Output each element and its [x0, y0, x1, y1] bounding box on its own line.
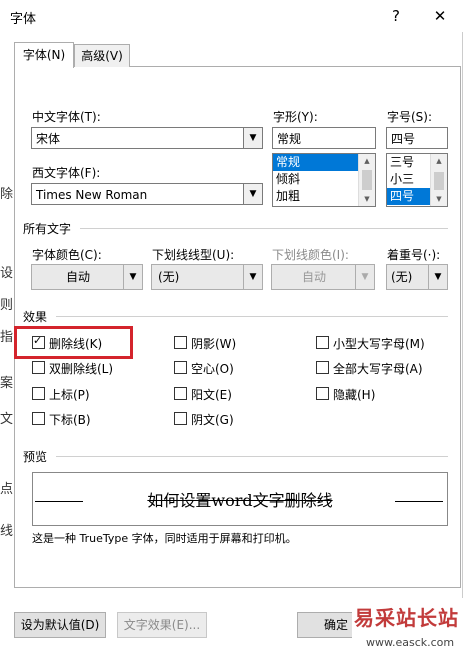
double-strikethrough-checkbox[interactable]	[32, 361, 45, 374]
scroll-up-icon[interactable]: ▲	[359, 154, 375, 168]
underline-style-combo[interactable]: (无) ▼	[151, 264, 263, 290]
background-text: 案	[0, 376, 14, 391]
strikethrough-label[interactable]: 删除线(K)	[49, 335, 102, 352]
underline-color-combo[interactable]: 自动 ▼	[271, 264, 375, 290]
underline-style-label: 下划线线型(U):	[152, 248, 235, 262]
background-text: 指	[0, 330, 14, 345]
help-button[interactable]: ?	[384, 5, 408, 27]
chevron-down-icon[interactable]: ▼	[428, 265, 447, 289]
chevron-down-icon[interactable]: ▼	[355, 265, 374, 289]
dialog-title: 字体	[10, 12, 37, 27]
font-size-input[interactable]: 四号	[386, 127, 448, 149]
preview-header: 预览	[23, 450, 48, 464]
engrave-checkbox[interactable]	[174, 412, 187, 425]
hidden-checkbox[interactable]	[316, 387, 329, 400]
scroll-up-icon[interactable]: ▲	[431, 154, 447, 168]
font-style-list[interactable]: 常规 倾斜 加粗 ▲ ▼	[272, 153, 376, 207]
window-border	[462, 32, 463, 657]
font-size-list[interactable]: 三号 小三 四号 ▲ ▼	[386, 153, 448, 207]
emboss-checkbox[interactable]	[174, 387, 187, 400]
close-button[interactable]: ✕	[428, 5, 452, 27]
background-text: 除	[0, 187, 14, 202]
tab-advanced[interactable]: 高级(V)	[74, 44, 130, 67]
font-color-combo[interactable]: 自动 ▼	[31, 264, 143, 290]
background-text: 点	[0, 482, 14, 497]
list-item[interactable]: 四号	[387, 188, 431, 205]
watermark-url: www.easck.com	[366, 636, 455, 649]
divider	[56, 456, 448, 457]
underline-color-label: 下划线颜色(I):	[272, 248, 349, 262]
cn-font-label: 中文字体(T):	[32, 110, 101, 124]
emphasis-label: 着重号(·):	[387, 248, 441, 262]
set-default-button[interactable]: 设为默认值(D)	[14, 612, 106, 638]
scroll-down-icon[interactable]: ▼	[359, 192, 375, 206]
west-font-label: 西文字体(F):	[32, 166, 101, 180]
background-text: 则	[0, 298, 14, 313]
background-text: 线	[0, 524, 14, 539]
emphasis-value: (无)	[391, 270, 413, 284]
watermark: 易采站长站 www.easck.com	[352, 598, 471, 657]
scrollbar[interactable]: ▲ ▼	[358, 154, 375, 206]
scroll-thumb[interactable]	[362, 170, 372, 190]
west-font-value: Times New Roman	[36, 188, 148, 202]
scroll-thumb[interactable]	[434, 172, 444, 190]
small-caps-label[interactable]: 小型大写字母(M)	[333, 335, 425, 352]
chevron-down-icon[interactable]: ▼	[243, 128, 262, 148]
underline-style-value: (无)	[158, 270, 180, 284]
cn-font-combo[interactable]: 宋体 ▼	[31, 127, 263, 149]
all-text-header: 所有文字	[23, 222, 72, 236]
subscript-checkbox[interactable]	[32, 412, 45, 425]
font-style-input[interactable]: 常规	[272, 127, 376, 149]
double-strikethrough-label[interactable]: 双删除线(L)	[49, 360, 113, 377]
background-text: 文	[0, 412, 14, 427]
superscript-checkbox[interactable]	[32, 387, 45, 400]
chevron-down-icon[interactable]: ▼	[243, 184, 262, 204]
scrollbar[interactable]: ▲ ▼	[430, 154, 447, 206]
chevron-down-icon[interactable]: ▼	[243, 265, 262, 289]
chevron-down-icon[interactable]: ▼	[123, 265, 142, 289]
engrave-label[interactable]: 阴文(G)	[191, 411, 234, 428]
list-item[interactable]: 常规	[273, 154, 359, 171]
superscript-label[interactable]: 上标(P)	[49, 386, 90, 403]
tab-font[interactable]: 字体(N)	[14, 42, 74, 68]
west-font-combo[interactable]: Times New Roman ▼	[31, 183, 263, 205]
preview-box: 如何设置word文字删除线	[32, 472, 448, 526]
divider	[56, 316, 448, 317]
small-caps-checkbox[interactable]	[316, 336, 329, 349]
font-color-value: 自动	[65, 270, 90, 284]
strikethrough-checkbox[interactable]	[32, 334, 45, 349]
emboss-label[interactable]: 阳文(E)	[191, 386, 232, 403]
watermark-title: 易采站长站	[354, 606, 459, 630]
shadow-label[interactable]: 阴影(W)	[191, 335, 236, 352]
emphasis-combo[interactable]: (无) ▼	[386, 264, 448, 290]
preview-text: 如何设置word文字删除线	[147, 491, 333, 510]
all-caps-label[interactable]: 全部大写字母(A)	[333, 360, 423, 377]
underline-color-value: 自动	[301, 270, 326, 284]
cn-font-value: 宋体	[36, 132, 61, 146]
divider	[80, 228, 448, 229]
all-caps-checkbox[interactable]	[316, 361, 329, 374]
font-style-label: 字形(Y):	[273, 110, 318, 124]
outline-label[interactable]: 空心(O)	[191, 360, 234, 377]
subscript-label[interactable]: 下标(B)	[49, 411, 91, 428]
text-effects-button[interactable]: 文字效果(E)...	[117, 612, 207, 638]
effects-header: 效果	[23, 310, 48, 324]
scroll-down-icon[interactable]: ▼	[431, 192, 447, 206]
background-text: 设	[0, 266, 14, 281]
preview-note: 这是一种 TrueType 字体，同时适用于屏幕和打印机。	[32, 532, 297, 545]
shadow-checkbox[interactable]	[174, 336, 187, 349]
outline-checkbox[interactable]	[174, 361, 187, 374]
font-size-label: 字号(S):	[387, 110, 433, 124]
font-color-label: 字体颜色(C):	[32, 248, 102, 262]
hidden-label[interactable]: 隐藏(H)	[333, 386, 375, 403]
